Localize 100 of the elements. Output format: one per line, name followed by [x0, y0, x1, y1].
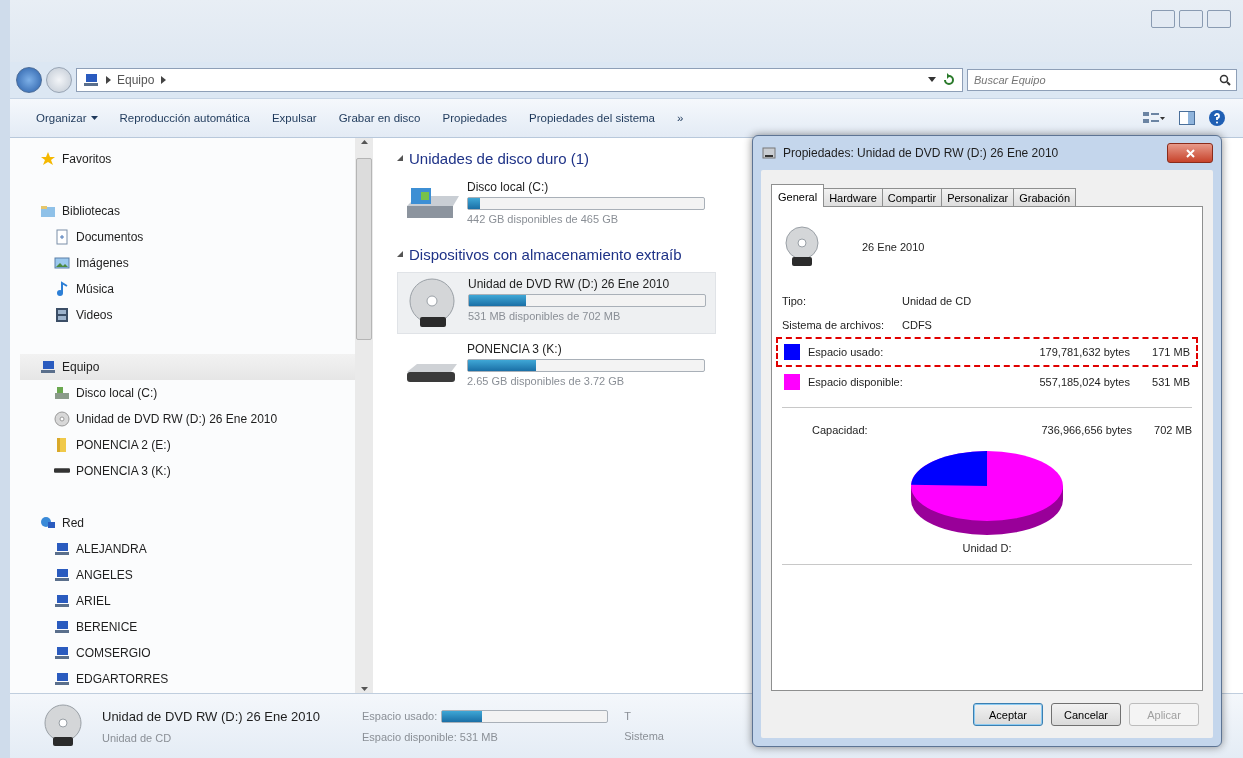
disc-icon	[54, 411, 70, 427]
computer-icon	[83, 72, 99, 88]
search-icon	[1219, 74, 1231, 86]
drive-icon	[407, 364, 457, 382]
computer-icon	[54, 593, 70, 609]
computer-icon	[54, 567, 70, 583]
address-bar[interactable]: Equipo	[76, 68, 963, 92]
field-label: Espacio usado:	[362, 710, 438, 722]
size-value: 702 MB	[1153, 424, 1192, 436]
back-button[interactable]	[16, 67, 42, 93]
nav-item[interactable]: Documentos	[54, 224, 355, 250]
overflow-button[interactable]: »	[669, 108, 692, 128]
byte-count: 557,185,024 bytes	[1038, 376, 1130, 388]
group-heading[interactable]: Unidades de disco duro (1)	[409, 149, 590, 167]
field-value: Unidad de CD	[902, 295, 972, 307]
computer-icon	[54, 671, 70, 687]
nav-item[interactable]: Imágenes	[54, 250, 355, 276]
computer-icon	[40, 359, 56, 375]
dialog-button[interactable]: Cancelar	[1051, 703, 1121, 726]
size-value: 171 MB	[1151, 346, 1190, 358]
field-label: T	[624, 710, 632, 722]
drive-type: Unidad de CD	[102, 731, 173, 744]
drive-icon	[761, 145, 777, 161]
menu-button[interactable]: Organizar	[28, 108, 106, 128]
help-icon	[1209, 110, 1225, 126]
nav-item[interactable]: PONENCIA 2 (E:)	[54, 432, 355, 458]
close-icon	[1185, 148, 1195, 158]
byte-count: 736,966,656 bytes	[1040, 424, 1132, 436]
drive-name: Unidad de DVD RW (D:) 26 Ene 2010	[468, 277, 671, 291]
field-label: Capacidad:	[812, 424, 869, 436]
dialog-title: Propiedades: Unidad de DVD RW (D:) 26 Ene 2010	[783, 146, 1059, 160]
toolbar-button[interactable]: Reproducción automática	[111, 108, 258, 128]
disc-drive-icon	[782, 225, 822, 269]
toolbar-button[interactable]: Grabar en disco	[330, 108, 429, 128]
computer-icon	[54, 619, 70, 635]
nav-item[interactable]: BERENICE	[54, 614, 355, 640]
chevron-icon	[160, 76, 167, 84]
chevron-icon	[105, 76, 111, 84]
nav-item[interactable]: PONENCIA 3 (K:)	[54, 458, 355, 484]
nav-item[interactable]: Unidad de DVD RW (D:) 26 Ene 2010	[54, 406, 355, 432]
collapse-arrow-icon	[397, 155, 403, 161]
maximize-button[interactable]	[1179, 10, 1203, 28]
nav-item[interactable]: Disco local (C:)	[54, 380, 355, 406]
free-space-text: 531 MB disponibles de 702 MB	[468, 310, 622, 322]
hard-drive-icon	[54, 385, 70, 401]
nav-item[interactable]: ANGELES	[54, 562, 355, 588]
field-label: Tipo:	[782, 295, 808, 307]
nav-item[interactable]: Bibliotecas	[40, 198, 355, 224]
film-icon	[54, 307, 70, 323]
drive-item[interactable]: Unidad de DVD RW (D:) 26 Ene 2010 531 MB disponibles de 702 MB	[397, 272, 716, 334]
computer-icon	[54, 541, 70, 557]
scrollbar[interactable]	[355, 138, 373, 693]
forward-button[interactable]	[46, 67, 72, 93]
music-note-icon	[54, 281, 70, 297]
search-field[interactable]: Buscar Equipo	[967, 69, 1237, 91]
nav-item[interactable]: Equipo	[20, 354, 355, 380]
toolbar-button[interactable]: Propiedades del sistema	[521, 108, 663, 128]
nav-item[interactable]: Red	[40, 510, 355, 536]
group-heading[interactable]: Dispositivos con almacenamiento extraíb	[409, 245, 682, 263]
scroll-thumb[interactable]	[356, 158, 372, 340]
field-label: Espacio disponible:	[808, 376, 904, 388]
dialog-button[interactable]: Aceptar	[973, 703, 1043, 726]
toolbar-button[interactable]: Expulsar	[263, 108, 325, 128]
drive-label: 26 Ene 2010	[862, 241, 925, 253]
drive-item[interactable]: PONENCIA 3 (K:) 2.65 GB disponibles de 3.72 GB	[397, 338, 714, 398]
network-icon	[40, 515, 56, 531]
tab[interactable]: General	[771, 184, 825, 207]
nav-item[interactable]: Videos	[54, 302, 355, 328]
nav-item[interactable]: EDGARTORRES	[54, 666, 355, 692]
chart-label: Unidad D:	[962, 542, 1012, 554]
nav-item[interactable]: Música	[54, 276, 355, 302]
field-label: Sistema	[624, 730, 664, 742]
minimize-button[interactable]	[1151, 10, 1175, 28]
nav-item[interactable]: ALEJANDRA	[54, 536, 355, 562]
free-space-text: 2.65 GB disponibles de 3.72 GB	[467, 375, 626, 387]
preview-pane-icon	[1179, 111, 1195, 125]
view-options-icon	[1143, 111, 1165, 125]
picture-icon	[54, 255, 70, 271]
computer-icon	[54, 645, 70, 661]
caret-icon	[90, 115, 98, 121]
toolbar-button[interactable]: Propiedades	[434, 108, 516, 128]
close-button[interactable]	[1167, 143, 1213, 163]
free-space-text: 442 GB disponibles de 465 GB	[467, 213, 620, 225]
field-value: CDFS	[902, 319, 932, 331]
byte-count: 179,781,632 bytes	[1038, 346, 1130, 358]
nav-item[interactable]: ARIEL	[54, 588, 355, 614]
nav-item[interactable]: COMSERGIO	[54, 640, 355, 666]
drive-name: Unidad de DVD RW (D:) 26 Ene 2010	[102, 708, 320, 724]
drive-icon	[54, 468, 70, 473]
star-icon	[40, 151, 56, 167]
nav-item[interactable]: Favoritos	[40, 146, 355, 172]
refresh-icon	[942, 73, 956, 87]
library-folder-icon	[40, 203, 56, 219]
scroll-up-icon	[360, 140, 368, 144]
drive-item[interactable]: Disco local (C:) 442 GB disponibles de 465 GB	[397, 176, 714, 236]
free-space-text: Espacio disponible: 531 MB	[362, 730, 499, 743]
document-icon	[54, 229, 70, 245]
breadcrumb[interactable]: Equipo	[117, 73, 155, 87]
drive-name: PONENCIA 3 (K:)	[467, 342, 563, 356]
size-value: 531 MB	[1151, 376, 1190, 388]
